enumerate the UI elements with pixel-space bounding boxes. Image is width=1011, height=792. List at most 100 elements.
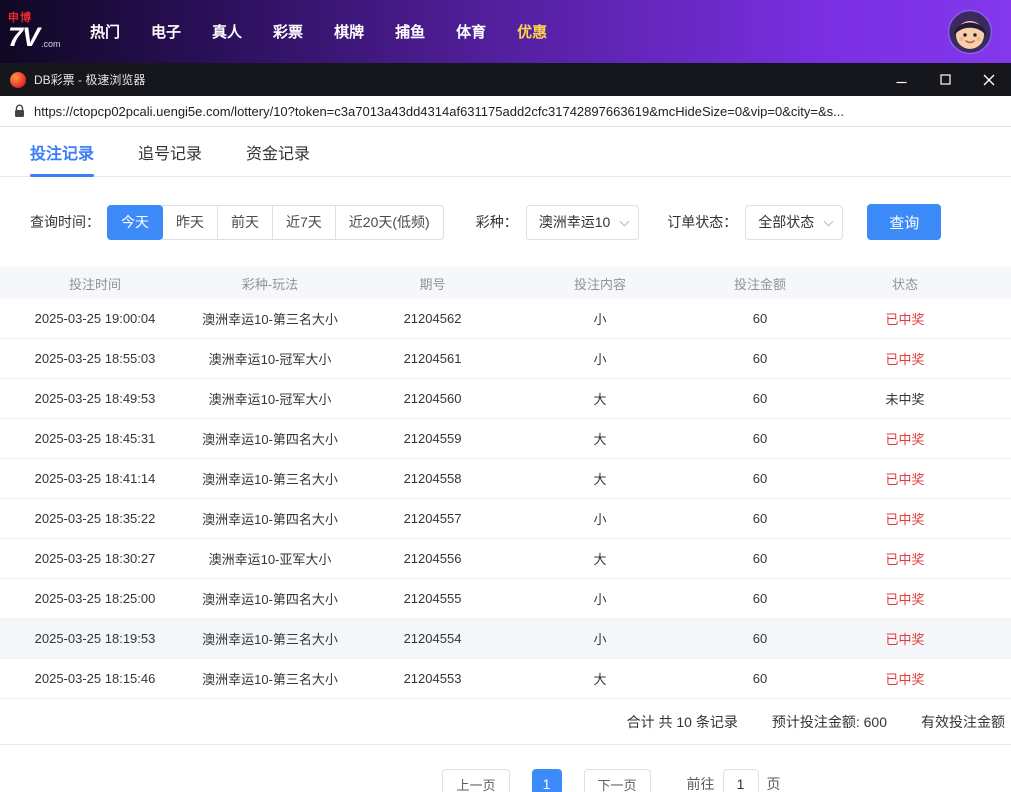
filter-bar: 查询时间： 今天 昨天 前天 近7天 近20天(低频) 彩种： 澳洲幸运10 订… [0,204,1011,240]
summary-bar: 合计 共 10 条记录 预计投注金额: 600 有效投注金额 [0,699,1011,745]
nav-item[interactable]: 体育 [456,21,486,42]
minimize-icon [896,81,906,84]
next-page-button[interactable]: 下一页 [583,769,651,792]
nav-item[interactable]: 电子 [151,21,181,42]
column-header: 彩种-玩法 [241,276,299,292]
cell-issue-number: 21204559 [403,431,462,446]
cell-game-play: 澳洲幸运10-冠军大小 [208,352,332,367]
nav-item[interactable]: 棋牌 [334,21,364,42]
summary-record-count: 合计 共 10 条记录 [626,713,738,730]
cell-status: 已中奖 [885,592,925,607]
table-row: 2025-03-25 18:19:53 澳洲幸运10-第三名大小 2120455… [0,619,1011,659]
table-row: 2025-03-25 18:25:00 澳洲幸运10-第四名大小 2120455… [0,579,1011,619]
time-filter-label: 查询时间： [30,214,100,230]
cell-bet-content: 小 [593,632,607,647]
column-header: 期号 [419,276,446,292]
table-row: 2025-03-25 19:00:04 澳洲幸运10-第三名大小 2120456… [0,299,1011,339]
cell-bet-content: 小 [593,512,607,527]
time-filter-button[interactable]: 今天 [107,204,163,240]
time-filter-button[interactable]: 昨天 [162,204,218,240]
maximize-icon [939,74,951,85]
column-header: 投注时间 [68,276,121,292]
cell-game-play: 澳洲幸运10-亚军大小 [208,552,332,567]
cell-bet-content: 大 [593,472,607,487]
cell-game-play: 澳洲幸运10-第四名大小 [202,432,338,447]
cell-issue-number: 21204560 [403,391,462,406]
cell-bet-amount: 60 [752,311,768,326]
cell-issue-number: 21204553 [403,671,462,686]
address-bar[interactable]: https://ctopcp02pcali.uengi5e.com/lotter… [0,96,1011,127]
summary-valid-amount: 有效投注金额 [921,713,1005,730]
cell-bet-amount: 60 [752,551,768,566]
table-body: 2025-03-25 19:00:04 澳洲幸运10-第三名大小 2120456… [0,299,1011,699]
cell-bet-time: 2025-03-25 18:15:46 [34,671,156,686]
minimize-button[interactable] [879,63,923,96]
cell-bet-amount: 60 [752,631,768,646]
nav-item[interactable]: 热门 [90,21,120,42]
nav-item[interactable]: 真人 [212,21,242,42]
cell-game-play: 澳洲幸运10-第四名大小 [202,592,338,607]
search-button[interactable]: 查询 [867,204,942,240]
table-row: 2025-03-25 18:15:46 澳洲幸运10-第三名大小 2120455… [0,659,1011,699]
cell-game-play: 澳洲幸运10-冠军大小 [208,392,332,407]
chevron-down-icon [823,216,834,226]
cell-bet-amount: 60 [752,431,768,446]
bet-records-table: 投注时间 彩种-玩法 期号 投注内容 投注金额 状态 2025-03-25 19… [0,267,1011,699]
cell-bet-content: 大 [593,672,607,687]
cell-issue-number: 21204555 [403,591,462,606]
browser-favicon-icon [10,71,26,88]
cell-issue-number: 21204561 [403,351,462,366]
cell-bet-time: 2025-03-25 18:35:22 [34,511,156,526]
cell-bet-amount: 60 [752,471,768,486]
cell-status: 已中奖 [885,552,925,567]
record-tabs: 投注记录 追号记录 资金记录 [0,127,1011,177]
cell-status: 已中奖 [885,672,925,687]
column-header: 投注金额 [733,276,786,292]
cell-status: 已中奖 [885,472,925,487]
goto-page-input[interactable] [722,769,759,792]
cell-bet-content: 小 [593,592,607,607]
site-nav: 申博 7V .com 热门 电子 真人 彩票 棋牌 捕鱼 体育 优惠 [0,0,1011,63]
chevron-down-icon [619,216,630,226]
main-nav: 热门 电子 真人 彩票 棋牌 捕鱼 体育 优惠 [90,21,547,42]
time-filter-group: 今天 昨天 前天 近7天 近20天(低频) [107,204,444,240]
time-filter-button[interactable]: 前天 [217,204,273,240]
lottery-select[interactable]: 澳洲幸运10 [525,204,640,240]
tab[interactable]: 追号记录 [138,127,202,176]
order-status-select[interactable]: 全部状态 [745,204,844,240]
cell-status: 已中奖 [885,632,925,647]
pagination: 上一页 1 下一页 前往 页 [106,769,1011,792]
nav-item[interactable]: 优惠 [517,21,547,42]
cell-status: 已中奖 [885,432,925,447]
tab[interactable]: 投注记录 [30,127,95,177]
close-icon [983,74,995,85]
column-header: 状态 [891,276,918,292]
nav-item[interactable]: 彩票 [273,21,303,42]
prev-page-button[interactable]: 上一页 [442,769,510,792]
time-filter-button[interactable]: 近7天 [272,204,336,240]
time-filter-button[interactable]: 近20天(低频) [334,204,444,240]
current-page-button[interactable]: 1 [531,769,562,792]
cell-bet-amount: 60 [752,671,768,686]
maximize-button[interactable] [923,63,967,96]
logo-main-text: 7V [8,21,40,52]
close-button[interactable] [967,63,1011,96]
url-text: https://ctopcp02pcali.uengi5e.com/lotter… [34,103,844,119]
cell-bet-time: 2025-03-25 18:45:31 [34,431,156,446]
cell-bet-time: 2025-03-25 18:41:14 [34,471,156,486]
table-row: 2025-03-25 18:45:31 澳洲幸运10-第四名大小 2120455… [0,419,1011,459]
cell-bet-amount: 60 [752,591,768,606]
cell-bet-content: 大 [593,392,607,407]
order-status-label: 订单状态： [667,214,738,230]
site-logo[interactable]: 申博 7V .com [8,12,70,52]
lottery-select-value: 澳洲幸运10 [538,214,611,230]
cell-game-play: 澳洲幸运10-第三名大小 [202,632,338,647]
tab[interactable]: 资金记录 [246,127,310,176]
lottery-filter-label: 彩种： [475,214,518,230]
cell-bet-content: 大 [593,432,607,447]
page-content: 投注记录 追号记录 资金记录 查询时间： 今天 昨天 前天 近7天 近20天(低… [0,127,1011,792]
nav-item[interactable]: 捕鱼 [395,21,425,42]
order-status-value: 全部状态 [758,214,815,230]
cell-bet-time: 2025-03-25 18:49:53 [34,391,156,406]
user-avatar[interactable] [947,9,993,55]
